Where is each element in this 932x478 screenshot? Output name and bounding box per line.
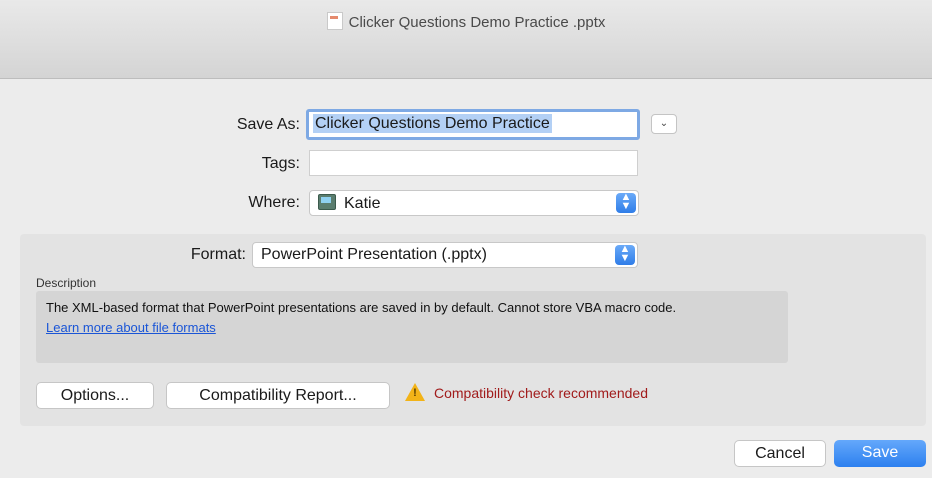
cancel-button[interactable]: Cancel (734, 440, 826, 467)
format-select[interactable]: PowerPoint Presentation (.pptx) ▲ ▼ (252, 242, 638, 268)
save-as-label: Save As: (236, 116, 300, 133)
window-title-text: Clicker Questions Demo Practice .pptx (348, 14, 606, 31)
description-label: Description (36, 276, 97, 290)
description-text: The XML-based format that PowerPoint pre… (46, 300, 677, 315)
chevron-down-icon: ⌄ (659, 118, 669, 129)
title-bar: Clicker Questions Demo Practice .pptx (0, 0, 932, 79)
tags-label: Tags: (261, 155, 300, 172)
learn-more-link[interactable]: Learn more about file formats (46, 320, 778, 336)
save-as-value: Clicker Questions Demo Practice (313, 114, 552, 133)
where-label: Where: (248, 194, 300, 211)
hard-drive-icon (318, 194, 336, 210)
description-box: The XML-based format that PowerPoint pre… (36, 291, 788, 363)
save-button[interactable]: Save (834, 440, 926, 467)
format-value: PowerPoint Presentation (.pptx) (261, 246, 487, 263)
warning-exclamation: ! (413, 387, 417, 399)
format-label: Format: (190, 246, 246, 263)
popup-stepper-icon: ▲ ▼ (616, 192, 636, 213)
compatibility-warning-text: Compatibility check recommended (434, 385, 648, 401)
where-value: Katie (344, 195, 381, 212)
where-select[interactable]: Katie ▲ ▼ (309, 190, 639, 216)
tags-input[interactable] (309, 150, 638, 176)
pptx-document-icon (326, 12, 343, 30)
save-as-input[interactable]: Clicker Questions Demo Practice (306, 109, 640, 140)
window-title: Clicker Questions Demo Practice .pptx (0, 12, 932, 31)
popup-stepper-icon: ▲ ▼ (615, 244, 635, 265)
options-button[interactable]: Options... (36, 382, 154, 409)
expand-dialog-button[interactable]: ⌄ (651, 114, 677, 134)
compatibility-report-button[interactable]: Compatibility Report... (166, 382, 390, 409)
